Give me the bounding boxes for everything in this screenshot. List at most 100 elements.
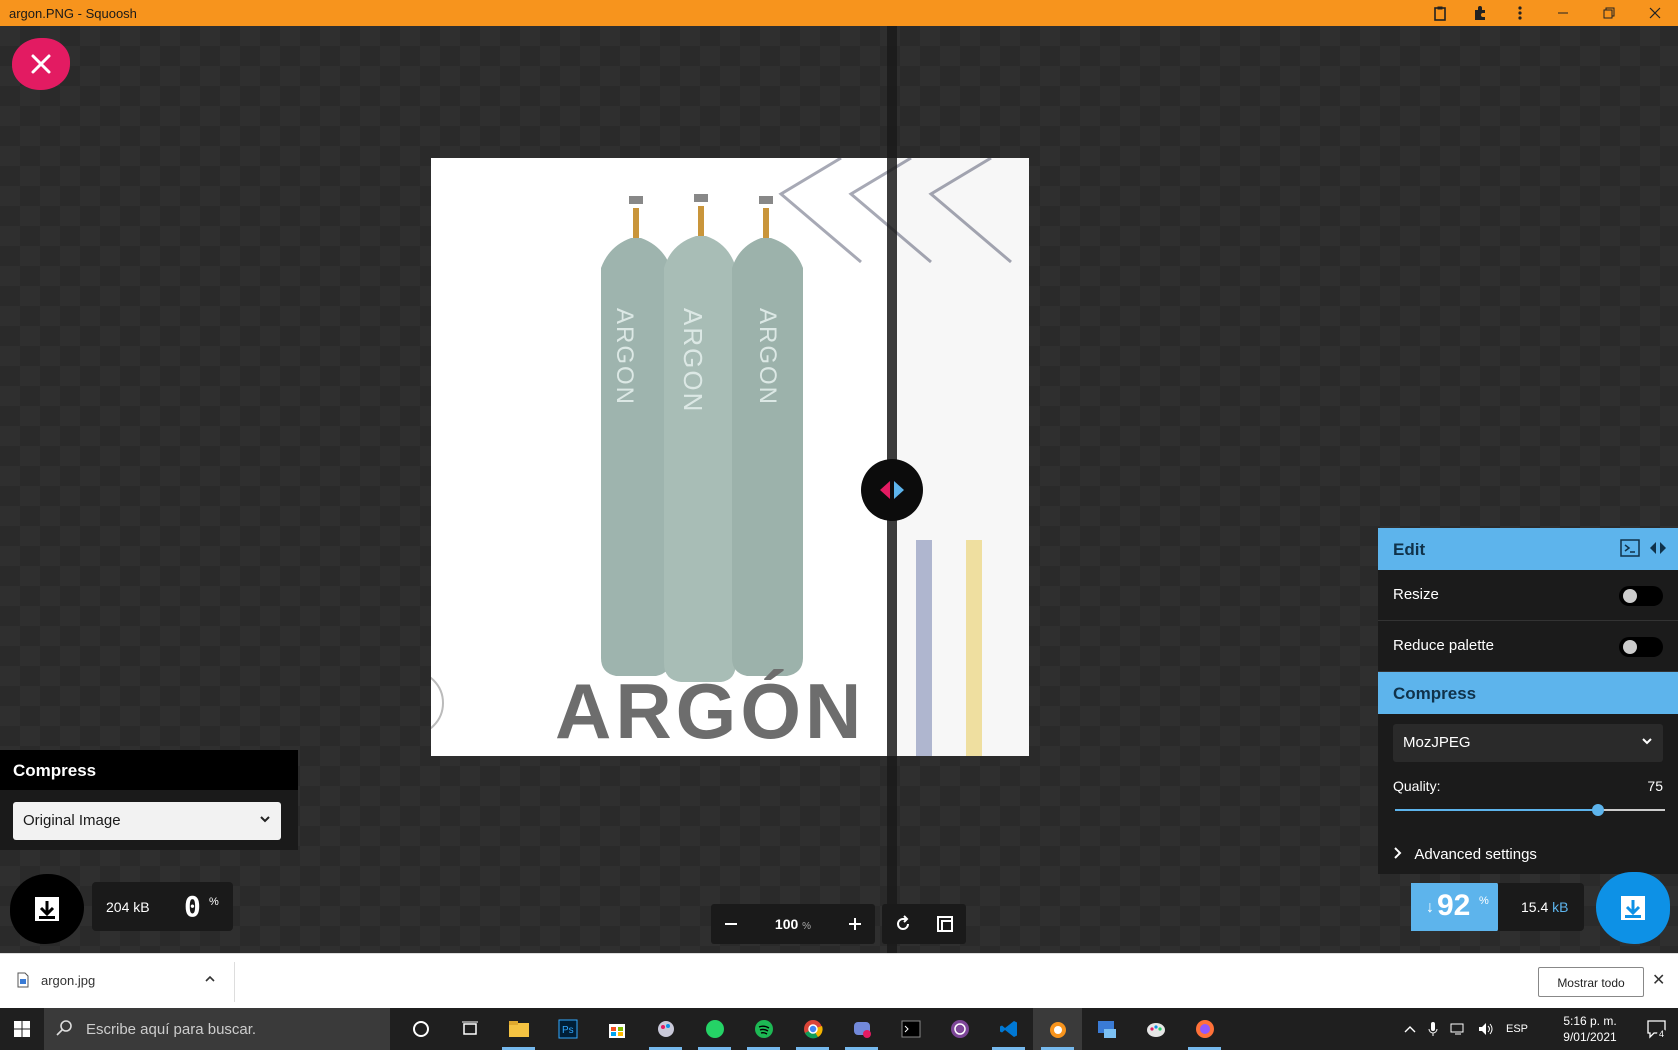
close-downloads-icon[interactable]: ✕ (1652, 970, 1665, 990)
original-size-info: 204 kB 0 % (92, 882, 233, 931)
codec-select[interactable]: MozJPEG (1393, 724, 1663, 762)
right-options-panel: Edit Resize Reduce palette Compress MozJ… (1378, 528, 1678, 874)
compress-heading: Compress (1393, 684, 1477, 703)
taskbar-search[interactable]: Escribe aquí para buscar. (44, 1008, 390, 1050)
original-percent: 0 (184, 890, 201, 923)
advanced-settings-label: Advanced settings (1414, 846, 1537, 863)
chevron-down-icon (260, 816, 270, 823)
photoshop-icon[interactable]: Ps (543, 1008, 592, 1050)
cylinder-label-3: ARGON (754, 308, 781, 407)
clipboard-icon[interactable] (1420, 0, 1460, 26)
whatsapp-icon[interactable] (690, 1008, 739, 1050)
quality-slider[interactable] (1395, 804, 1665, 816)
compare-arrows-icon (880, 481, 904, 499)
notifications-button[interactable]: 4 (1646, 1018, 1668, 1043)
fit-icon (937, 916, 953, 932)
plus-icon (849, 918, 861, 930)
volume-icon[interactable] (1478, 1022, 1494, 1036)
squoosh-app-icon[interactable] (1033, 1008, 1082, 1050)
tor-browser-icon[interactable] (935, 1008, 984, 1050)
store-icon[interactable] (592, 1008, 641, 1050)
edit-heading: Edit (1393, 540, 1426, 559)
advanced-settings-toggle[interactable]: Advanced settings (1393, 846, 1537, 863)
download-icon (1621, 896, 1645, 920)
edit-header: Edit (1378, 528, 1678, 570)
rotate-button[interactable] (882, 904, 924, 944)
minimize-button[interactable] (1540, 0, 1586, 26)
downloads-bar: argon.jpg Mostrar todo ✕ (0, 953, 1678, 1008)
file-explorer-icon[interactable] (494, 1008, 543, 1050)
microphone-icon[interactable] (1428, 1021, 1438, 1037)
cylinder-label-2: ARGON (678, 308, 708, 414)
zoom-out-button[interactable] (711, 904, 751, 944)
zoom-in-button[interactable] (835, 904, 875, 944)
chrome-icon[interactable] (788, 1008, 837, 1050)
paint-icon[interactable] (1131, 1008, 1180, 1050)
chevron-right-icon (1394, 847, 1402, 859)
resize-label: Resize (1393, 586, 1439, 603)
reduce-palette-label: Reduce palette (1393, 637, 1494, 654)
rotate-icon (897, 915, 909, 930)
close-icon (31, 54, 51, 74)
remote-desktop-icon[interactable] (1082, 1008, 1131, 1050)
language-indicator[interactable]: ESP (1506, 1023, 1528, 1035)
restore-button[interactable] (1586, 0, 1632, 26)
terminal-icon[interactable] (1620, 539, 1640, 557)
clock[interactable]: 5:16 p. m. 9/01/2021 (1555, 1013, 1625, 1045)
left-format-select[interactable]: Original Image (13, 802, 281, 840)
original-size-text: 204 kB (106, 899, 150, 915)
start-button[interactable] (0, 1008, 44, 1050)
vscode-icon[interactable] (984, 1008, 1033, 1050)
resize-toggle[interactable] (1619, 586, 1663, 606)
reduce-palette-toggle[interactable] (1619, 637, 1663, 657)
close-window-button[interactable] (1632, 0, 1678, 26)
discord-icon[interactable] (837, 1008, 886, 1050)
terminal-app-icon[interactable] (886, 1008, 935, 1050)
swap-sides-icon[interactable] (1648, 539, 1668, 557)
notification-icon (1647, 1020, 1667, 1039)
savings-percent-symbol: % (1479, 895, 1489, 907)
savings-arrow: ↓ (1426, 899, 1434, 916)
fit-view-button[interactable] (924, 904, 966, 944)
paint-3d-icon[interactable] (641, 1008, 690, 1050)
cortana-icon[interactable] (396, 1008, 445, 1050)
zoom-value-field[interactable]: 100 % (751, 916, 835, 932)
show-all-button[interactable]: Mostrar todo (1538, 967, 1644, 997)
quality-control: Quality: 75 (1378, 764, 1678, 824)
savings-badge: ↓ 92 % (1411, 883, 1509, 931)
original-percent-symbol: % (209, 896, 219, 908)
download-file-name: argon.jpg (41, 972, 96, 988)
compare-handle[interactable] (861, 459, 923, 521)
reduce-palette-row: Reduce palette (1378, 621, 1678, 672)
downloads-separator (234, 962, 235, 1002)
clock-time: 5:16 p. m. (1563, 1014, 1617, 1028)
download-item[interactable]: argon.jpg (17, 972, 95, 988)
quality-slider-thumb[interactable] (1591, 804, 1604, 816)
view-tools (882, 904, 966, 944)
codec-value: MozJPEG (1403, 734, 1471, 751)
show-hidden-icons-icon[interactable] (1404, 1025, 1416, 1033)
windows-icon (14, 1021, 30, 1037)
clock-date: 9/01/2021 (1563, 1030, 1617, 1044)
resize-row: Resize (1378, 570, 1678, 621)
title-bar: argon.PNG - Squoosh (0, 0, 1678, 26)
extensions-icon[interactable] (1460, 0, 1500, 26)
compress-header: Compress (1378, 672, 1678, 714)
taskbar: Escribe aquí para buscar. Ps ESP 5:16 p.… (0, 1008, 1678, 1050)
savings-percent: 92 (1437, 889, 1471, 922)
more-menu-icon[interactable] (1500, 0, 1540, 26)
svg-text:Ps: Ps (562, 1025, 574, 1036)
download-compressed-button[interactable] (1596, 872, 1670, 944)
spotify-icon[interactable] (739, 1008, 788, 1050)
zoom-controls: 100 % (711, 904, 875, 944)
left-options-panel: Compress Original Image (0, 750, 298, 850)
chevron-up-icon[interactable] (204, 974, 216, 984)
network-icon[interactable] (1450, 1022, 1466, 1036)
compressed-size-info: 15.4 kB (1498, 883, 1584, 931)
download-icon (35, 897, 59, 921)
quality-value[interactable]: 75 (1647, 778, 1663, 794)
firefox-icon[interactable] (1180, 1008, 1229, 1050)
close-image-button[interactable] (12, 38, 70, 90)
task-view-icon[interactable] (445, 1008, 494, 1050)
file-icon (17, 972, 29, 988)
